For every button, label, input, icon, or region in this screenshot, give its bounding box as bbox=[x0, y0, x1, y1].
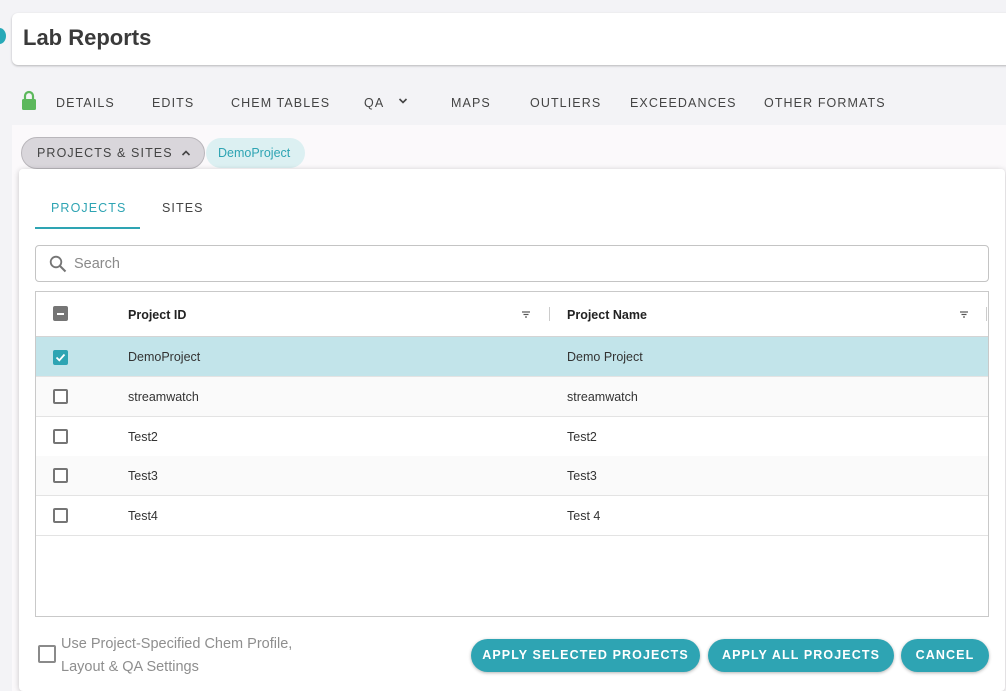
selected-project-chip[interactable]: DemoProject bbox=[206, 138, 305, 168]
project-settings-label: Use Project-Specified Chem Profile, Layo… bbox=[61, 633, 321, 679]
column-resize-handle[interactable] bbox=[549, 307, 550, 321]
cell-project-name: Test2 bbox=[567, 430, 597, 444]
row-checkbox[interactable] bbox=[53, 389, 68, 404]
nav-exceedances[interactable]: EXCEEDANCES bbox=[630, 96, 737, 110]
table-row[interactable]: DemoProject Demo Project bbox=[36, 337, 988, 377]
projects-sites-panel: PROJECTS SITES Project ID Project Name bbox=[19, 169, 1005, 691]
nav-qa[interactable]: QA bbox=[364, 96, 384, 110]
apply-selected-projects-button[interactable]: APPLY SELECTED PROJECTS bbox=[471, 639, 700, 672]
row-checkbox[interactable] bbox=[53, 508, 68, 523]
nav-other-formats[interactable]: OTHER FORMATS bbox=[764, 96, 886, 110]
project-settings-label-line2: Layout & QA Settings bbox=[61, 659, 199, 675]
report-nav: DETAILS EDITS CHEM TABLES QA MAPS OUTLIE… bbox=[20, 90, 1006, 116]
table-row[interactable]: Test4 Test 4 bbox=[36, 496, 988, 536]
page-title: Lab Reports bbox=[23, 25, 152, 50]
column-resize-handle[interactable] bbox=[986, 307, 987, 321]
select-all-checkbox[interactable] bbox=[53, 306, 68, 321]
table-row[interactable]: Test3 Test3 bbox=[36, 456, 988, 496]
selected-project-label: DemoProject bbox=[218, 146, 291, 160]
cell-project-name: Test 4 bbox=[567, 509, 601, 523]
row-checkbox[interactable] bbox=[53, 350, 68, 365]
tab-projects[interactable]: PROJECTS bbox=[51, 201, 126, 215]
cell-project-id: Test4 bbox=[128, 509, 158, 523]
chevron-down-icon[interactable] bbox=[398, 96, 408, 106]
nav-outliers[interactable]: OUTLIERS bbox=[530, 96, 601, 110]
cell-project-id: streamwatch bbox=[128, 390, 199, 404]
nav-maps[interactable]: MAPS bbox=[451, 96, 491, 110]
apply-all-projects-button[interactable]: APPLY ALL PROJECTS bbox=[708, 639, 894, 672]
filter-icon[interactable] bbox=[521, 309, 531, 319]
cell-project-name: streamwatch bbox=[567, 390, 638, 404]
cell-project-name: Test3 bbox=[567, 469, 597, 483]
nav-edits[interactable]: EDITS bbox=[152, 96, 194, 110]
nav-chem-tables[interactable]: CHEM TABLES bbox=[231, 96, 330, 110]
row-checkbox[interactable] bbox=[53, 468, 68, 483]
table-row[interactable]: Test2 Test2 bbox=[36, 417, 988, 457]
table-header: Project ID Project Name bbox=[36, 292, 988, 337]
project-settings-checkbox[interactable] bbox=[38, 645, 56, 663]
active-tab-indicator bbox=[35, 227, 140, 229]
projects-table: Project ID Project Name DemoProject Demo… bbox=[35, 291, 989, 617]
search-field[interactable] bbox=[35, 245, 989, 282]
cell-project-id: Test2 bbox=[128, 430, 158, 444]
cancel-button[interactable]: CANCEL bbox=[901, 639, 989, 672]
checkmark-icon bbox=[55, 353, 66, 362]
filter-icon[interactable] bbox=[959, 309, 969, 319]
left-edge-indicator bbox=[0, 28, 6, 44]
cell-project-id: Test3 bbox=[128, 469, 158, 483]
nav-details[interactable]: DETAILS bbox=[56, 96, 115, 110]
table-row[interactable]: streamwatch streamwatch bbox=[36, 377, 988, 417]
search-icon bbox=[49, 255, 67, 273]
column-header-project-id[interactable]: Project ID bbox=[128, 308, 186, 322]
cell-project-name: Demo Project bbox=[567, 350, 643, 364]
lock-icon bbox=[22, 90, 36, 110]
cell-project-id: DemoProject bbox=[128, 350, 201, 364]
chevron-up-icon bbox=[181, 150, 191, 156]
column-header-project-name[interactable]: Project Name bbox=[567, 308, 647, 322]
search-input[interactable] bbox=[74, 254, 954, 274]
row-checkbox[interactable] bbox=[53, 429, 68, 444]
project-settings-label-line1: Use Project-Specified Chem Profile, bbox=[61, 636, 293, 652]
projects-sites-chip[interactable]: PROJECTS & SITES bbox=[21, 137, 205, 169]
projects-sites-label: PROJECTS & SITES bbox=[37, 146, 173, 160]
tab-sites[interactable]: SITES bbox=[162, 201, 204, 215]
title-card: Lab Reports bbox=[12, 13, 1006, 65]
